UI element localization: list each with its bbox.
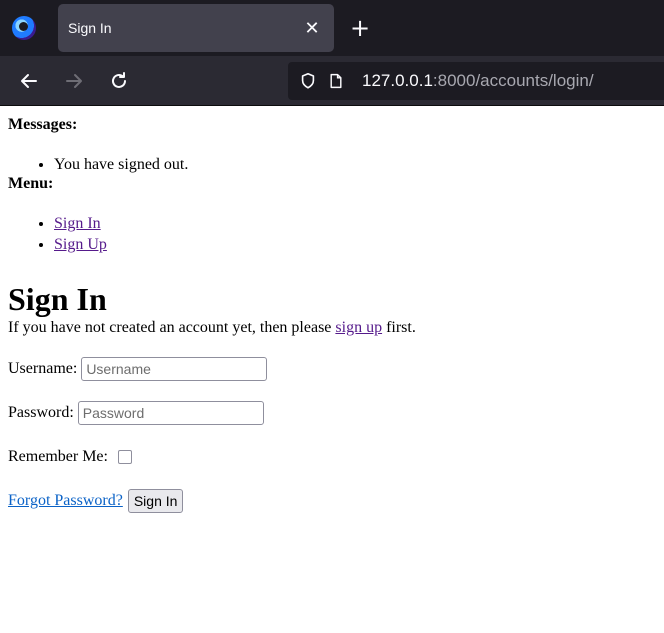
page-title: Sign In <box>8 281 107 317</box>
sign-up-link[interactable]: Sign Up <box>54 236 107 253</box>
page-icon[interactable] <box>326 71 346 91</box>
sign-in-link[interactable]: Sign In <box>54 215 101 232</box>
url-host: 127.0.0.1 <box>362 71 433 90</box>
username-label: Username: <box>8 360 78 377</box>
intro-before: If you have not created an account yet, … <box>8 319 336 336</box>
forward-arrow-icon <box>60 67 88 95</box>
remember-label: Remember Me: <box>8 448 108 465</box>
username-row: Username: <box>8 357 656 381</box>
password-row: Password: <box>8 401 656 425</box>
intro-sign-up-link[interactable]: sign up <box>335 319 382 336</box>
remember-me-checkbox[interactable] <box>117 450 132 464</box>
password-label: Password: <box>8 404 74 421</box>
back-arrow-icon[interactable] <box>15 67 43 95</box>
sign-in-button[interactable]: Sign In <box>127 489 184 513</box>
reload-icon[interactable] <box>105 67 133 95</box>
url-path: :8000/accounts/login/ <box>432 71 594 90</box>
shield-icon[interactable] <box>298 71 318 91</box>
menu-item-sign-in: Sign In <box>54 213 656 234</box>
username-field[interactable] <box>81 357 268 381</box>
intro-text: If you have not created an account yet, … <box>8 319 656 337</box>
firefox-icon[interactable] <box>12 16 36 40</box>
url-bar[interactable]: 127.0.0.1:8000/accounts/login/ <box>288 62 664 100</box>
actions-row: Forgot Password? Sign In <box>8 489 656 513</box>
tab-sign-in[interactable]: Sign In ✕ <box>58 4 334 52</box>
messages-title: Messages: <box>8 116 78 133</box>
password-field[interactable] <box>77 401 264 425</box>
browser-chrome: Sign In ✕ + 127.0.0.1:8000/accounts/logi… <box>0 0 664 106</box>
menu-item-sign-up: Sign Up <box>54 234 656 255</box>
forgot-password-link[interactable]: Forgot Password? <box>8 492 123 510</box>
menu-title: Menu: <box>8 175 54 192</box>
intro-after: first. <box>382 319 416 336</box>
remember-row: Remember Me: <box>8 445 656 469</box>
menu-list: Sign In Sign Up <box>8 213 656 255</box>
messages-list: You have signed out. <box>8 154 656 175</box>
close-icon[interactable]: ✕ <box>300 16 324 40</box>
plus-icon[interactable]: + <box>346 14 374 42</box>
url-text[interactable]: 127.0.0.1:8000/accounts/login/ <box>362 71 594 91</box>
tab-title: Sign In <box>68 20 112 36</box>
message-item: You have signed out. <box>54 154 656 175</box>
tab-bar: Sign In ✕ + <box>0 0 664 56</box>
nav-bar: 127.0.0.1:8000/accounts/login/ <box>0 56 664 106</box>
page-content: Messages: You have signed out. Menu: Sig… <box>0 106 664 513</box>
